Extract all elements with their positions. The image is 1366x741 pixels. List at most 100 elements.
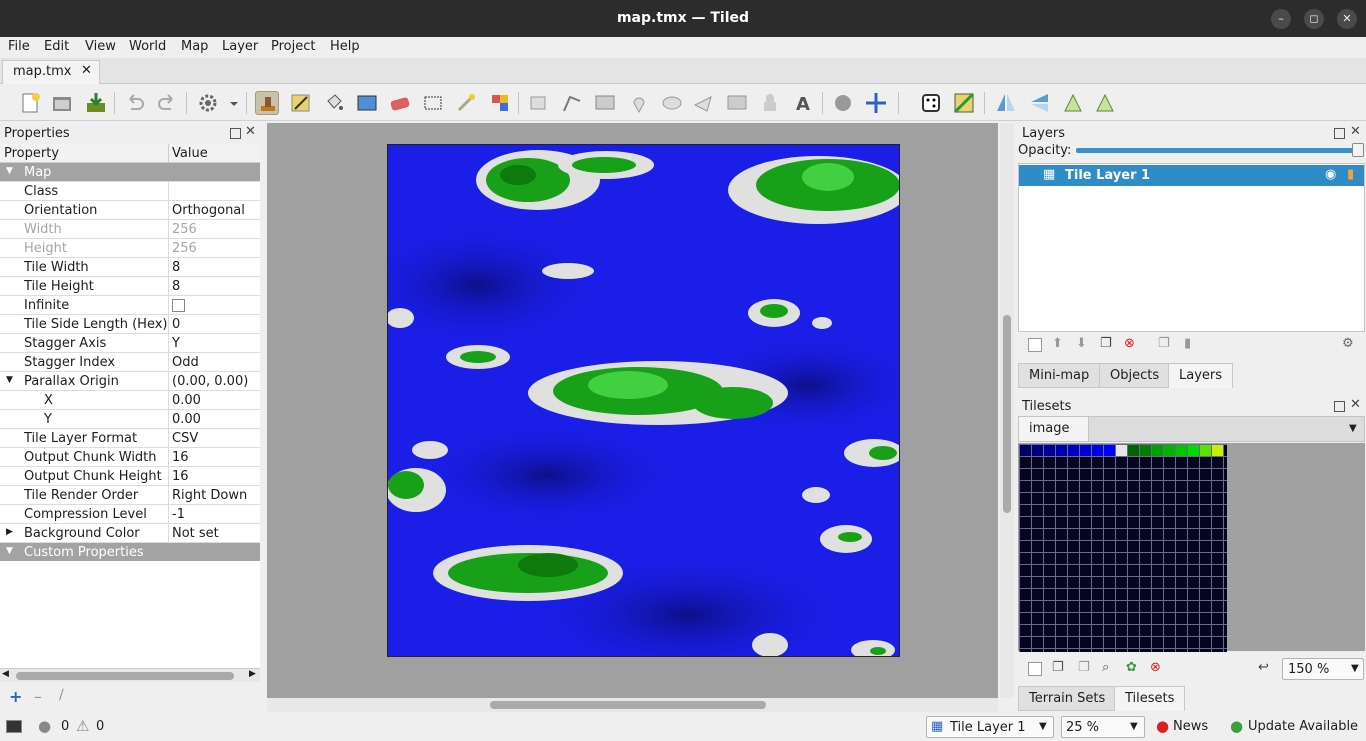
collapse-arrow-icon[interactable]: ▼ [6, 166, 13, 176]
zoom-select[interactable]: 25 % ▼ [1061, 716, 1145, 738]
property-row[interactable]: ▼ Custom Properties [0, 543, 260, 562]
property-value[interactable]: 16 [172, 469, 189, 484]
vertical-scrollbar[interactable] [1000, 123, 1014, 698]
tab-terrain-sets[interactable]: Terrain Sets [1018, 686, 1117, 711]
float-panel-icon[interactable] [230, 128, 241, 139]
menu-world[interactable]: World [129, 39, 166, 54]
property-value[interactable]: 16 [172, 450, 189, 465]
world-tool-icon[interactable] [831, 91, 855, 115]
minimize-button[interactable]: – [1271, 9, 1291, 29]
remove-property-icon[interactable]: – [34, 687, 42, 706]
horizontal-scrollbar[interactable]: ◀ ▶ [0, 668, 260, 682]
insert-template-icon[interactable] [758, 91, 782, 115]
tileset-tile[interactable] [1104, 445, 1115, 456]
menu-help[interactable]: Help [330, 39, 360, 54]
maximize-button[interactable]: ◻ [1304, 9, 1324, 29]
bucket-fill-icon[interactable] [322, 91, 346, 115]
rotate-left-icon[interactable] [1061, 91, 1085, 115]
property-row[interactable]: Orientation Orthogonal [0, 201, 260, 220]
move-tool-icon[interactable] [864, 91, 888, 115]
property-value[interactable]: Not set [172, 526, 219, 541]
canvas-horizontal-scrollbar[interactable] [267, 698, 998, 712]
column-value[interactable]: Value [172, 146, 208, 161]
opacity-slider[interactable] [1076, 148, 1362, 153]
dynamic-wrapping-icon[interactable]: ✿ [1126, 660, 1137, 675]
tileset-tile[interactable] [1044, 445, 1055, 456]
lower-layer-icon[interactable]: ⬇ [1076, 336, 1087, 351]
delete-layer-icon[interactable]: ⊗ [1124, 336, 1135, 351]
chevron-down-icon[interactable]: ▼ [1351, 663, 1359, 674]
layer-select[interactable]: ▦ Tile Layer 1 ▼ [926, 716, 1054, 738]
redo-icon[interactable] [156, 91, 180, 115]
property-value[interactable]: CSV [172, 431, 198, 446]
close-panel-icon[interactable]: ✕ [1350, 124, 1361, 139]
insert-point-icon[interactable] [627, 91, 651, 115]
tileset-tile[interactable] [1188, 445, 1199, 456]
chevron-down-icon[interactable] [222, 91, 238, 115]
terrain-brush-icon[interactable] [289, 91, 313, 115]
property-value[interactable]: (0.00, 0.00) [172, 374, 248, 389]
tileset-tab-image[interactable]: image [1019, 417, 1089, 441]
property-row[interactable]: Tile Layer Format CSV [0, 429, 260, 448]
property-row[interactable]: Output Chunk Width 16 [0, 448, 260, 467]
remove-tileset-icon[interactable]: ⊗ [1150, 660, 1161, 675]
float-panel-icon[interactable] [1334, 128, 1345, 139]
insert-tile-icon[interactable] [725, 91, 749, 115]
property-value[interactable]: 0.00 [172, 393, 201, 408]
property-row[interactable]: Infinite [0, 296, 260, 315]
eye-icon[interactable]: ◉ [1325, 167, 1336, 182]
news-button[interactable]: News [1173, 719, 1208, 734]
property-row[interactable]: Compression Level -1 [0, 505, 260, 524]
update-available-button[interactable]: Update Available [1248, 719, 1358, 734]
property-row[interactable]: Stagger Axis Y [0, 334, 260, 353]
warning-icon[interactable]: ⚠ [76, 717, 89, 735]
menu-map[interactable]: Map [181, 39, 208, 54]
edit-tileset-icon[interactable]: ⌕ [1102, 660, 1109, 675]
tab-objects[interactable]: Objects [1099, 363, 1171, 388]
merge-layer-icon[interactable]: ❐ [1158, 336, 1170, 351]
close-panel-icon[interactable]: ✕ [1350, 397, 1361, 412]
return-icon[interactable]: ↩ [1258, 660, 1269, 675]
layer-options-icon[interactable]: ⚙ [1342, 336, 1354, 351]
commands-gear-icon[interactable] [196, 91, 220, 115]
error-icon[interactable]: ● [38, 717, 51, 735]
tab-tilesets[interactable]: Tilesets [1114, 686, 1186, 711]
tileset-tile[interactable] [1056, 445, 1067, 456]
tileset-tile[interactable] [1116, 445, 1127, 456]
random-mode-dice-icon[interactable] [919, 91, 943, 115]
close-window-button[interactable]: ✕ [1337, 9, 1357, 29]
property-value[interactable]: Odd [172, 355, 199, 370]
chevron-down-icon[interactable]: ▼ [1039, 721, 1047, 732]
tab-layers[interactable]: Layers [1168, 363, 1234, 388]
property-row[interactable]: Class [0, 182, 260, 201]
menu-file[interactable]: File [8, 39, 30, 54]
insert-polygon-icon[interactable] [692, 91, 716, 115]
stamp-brush-icon[interactable] [255, 91, 279, 115]
tile-map[interactable] [387, 144, 900, 657]
property-row[interactable]: X 0.00 [0, 391, 260, 410]
menu-edit[interactable]: Edit [44, 39, 69, 54]
tileset-view[interactable] [1018, 443, 1365, 652]
close-panel-icon[interactable]: ✕ [245, 124, 256, 139]
flip-vertical-icon[interactable] [1028, 91, 1052, 115]
layer-row[interactable]: ▦ Tile Layer 1 ◉ ▮ [1019, 165, 1364, 186]
property-row[interactable]: Width 256 [0, 220, 260, 239]
chevron-down-icon[interactable]: ▼ [1130, 721, 1138, 732]
lock-icon[interactable]: ▮ [1347, 167, 1354, 182]
tab-map-tmx[interactable]: map.tmx ✕ [2, 60, 100, 84]
column-property[interactable]: Property [4, 146, 59, 161]
tileset-tile[interactable] [1092, 445, 1103, 456]
lock-all-icon[interactable]: ▮ [1184, 336, 1191, 351]
tileset-tile[interactable] [1032, 445, 1043, 456]
tileset-tile[interactable] [1200, 445, 1211, 456]
property-value[interactable]: 0 [172, 317, 180, 332]
collapse-arrow-icon[interactable]: ▼ [6, 375, 13, 385]
undo-icon[interactable] [122, 91, 146, 115]
edit-polygons-icon[interactable] [560, 91, 584, 115]
tileset-zoom-select[interactable]: 150 % ▼ [1282, 658, 1364, 680]
tileset-tile[interactable] [1140, 445, 1151, 456]
insert-text-icon[interactable]: A [791, 91, 815, 115]
property-row[interactable]: Tile Height 8 [0, 277, 260, 296]
tileset-tile[interactable] [1164, 445, 1175, 456]
new-file-icon[interactable] [18, 91, 42, 115]
